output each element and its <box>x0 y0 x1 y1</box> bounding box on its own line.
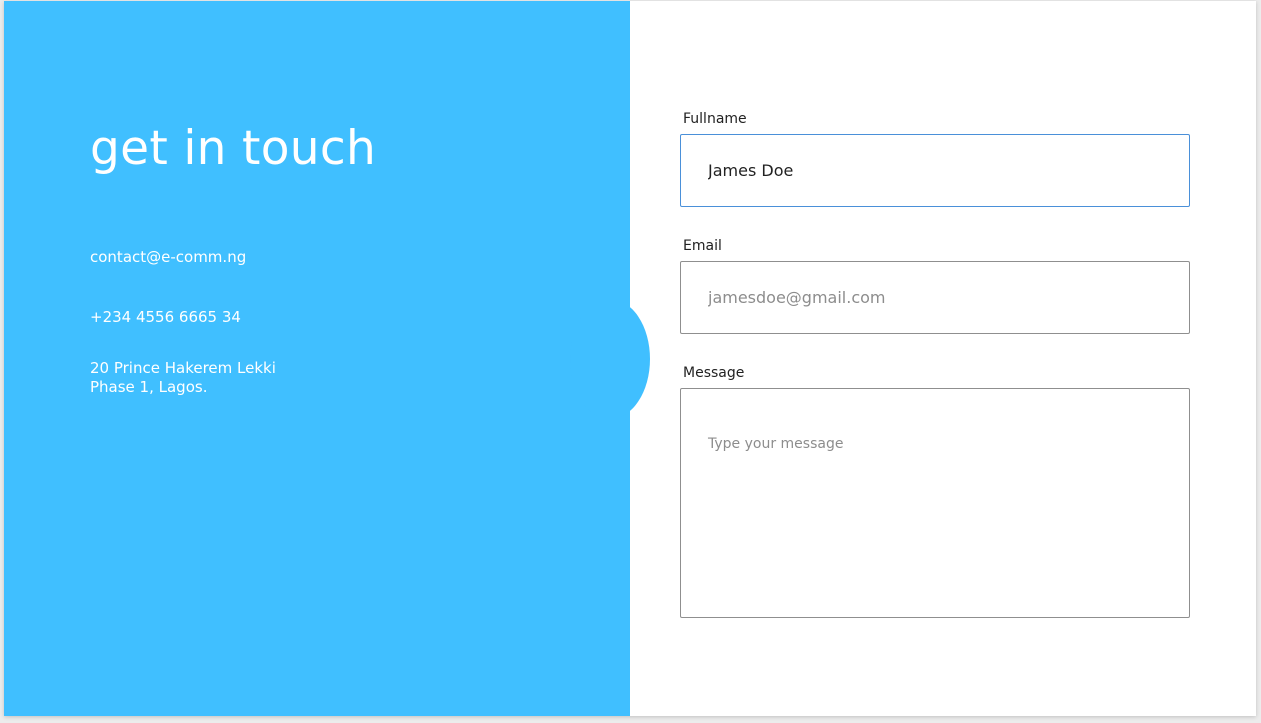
email-input[interactable] <box>680 261 1190 334</box>
contact-email: contact@e-comm.ng <box>90 248 247 266</box>
message-textarea[interactable] <box>680 388 1190 618</box>
panel-bump-decoration <box>570 299 650 419</box>
contact-phone: +234 4556 6665 34 <box>90 308 241 326</box>
email-label: Email <box>683 238 722 254</box>
contact-page: get in touch contact@e-comm.ng +234 4556… <box>4 1 1256 716</box>
page-title: get in touch <box>90 121 377 176</box>
contact-address-line1: 20 Prince Hakerem Lekki <box>90 359 276 377</box>
message-label: Message <box>683 365 745 381</box>
fullname-label: Fullname <box>683 111 747 127</box>
contact-address-line2: Phase 1, Lagos. <box>90 378 208 396</box>
contact-info-panel: get in touch contact@e-comm.ng +234 4556… <box>4 1 630 716</box>
fullname-input[interactable] <box>680 134 1190 207</box>
